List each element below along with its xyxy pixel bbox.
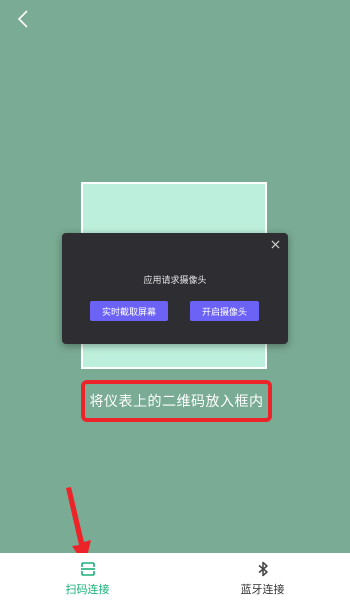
dialog-title: 应用请求摄像头 — [143, 276, 207, 286]
tab-bluetooth-connect-label: 蓝牙连接 — [240, 583, 285, 596]
bottom-tab-bar: 扫码连接 蓝牙连接 — [0, 553, 350, 600]
dialog-close-button[interactable] — [268, 237, 282, 251]
chevron-left-icon — [17, 10, 28, 28]
tab-scan-connect[interactable]: 扫码连接 — [0, 553, 175, 600]
camera-permission-dialog: 应用请求摄像头 实时截取屏幕 开启摄像头 — [62, 233, 288, 344]
scan-hint-box: 将仪表上的二维码放入框内 — [81, 380, 272, 422]
bluetooth-icon — [257, 561, 269, 577]
open-camera-button[interactable]: 开启摄像头 — [190, 301, 259, 321]
tab-bluetooth-connect[interactable]: 蓝牙连接 — [175, 553, 350, 600]
close-icon — [270, 239, 280, 249]
tab-scan-connect-label: 扫码连接 — [65, 583, 110, 596]
scan-hint-text: 将仪表上的二维码放入框内 — [89, 394, 264, 410]
scan-icon — [80, 561, 96, 577]
capture-screen-button[interactable]: 实时截取屏幕 — [90, 301, 168, 321]
back-button[interactable] — [12, 8, 34, 30]
